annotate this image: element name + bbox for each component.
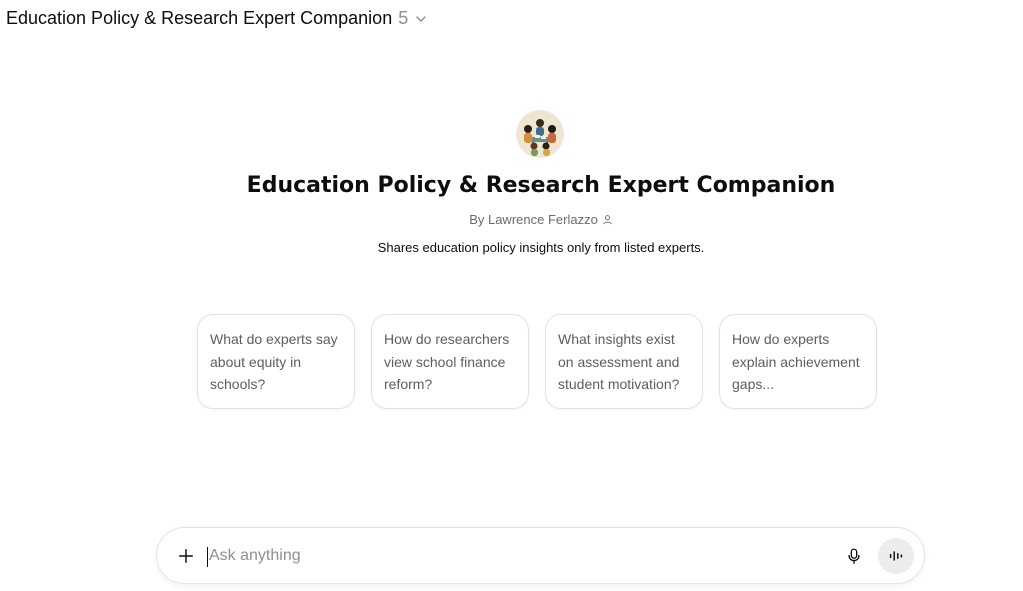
voice-mode-button[interactable] bbox=[878, 537, 914, 574]
gpt-description: Shares education policy insights only fr… bbox=[377, 240, 705, 255]
starter-card[interactable]: How do experts explain achievement gaps.… bbox=[719, 314, 877, 409]
chevron-down-icon bbox=[414, 12, 428, 26]
conversation-starters: What do experts say about equity in scho… bbox=[197, 314, 877, 409]
prompt-input-wrap bbox=[204, 528, 836, 583]
attach-button[interactable] bbox=[168, 538, 204, 574]
gpt-avatar bbox=[516, 110, 564, 158]
text-caret bbox=[207, 547, 208, 567]
starter-card[interactable]: How do researchers view school finance r… bbox=[371, 314, 529, 409]
starter-card[interactable]: What do experts say about equity in scho… bbox=[197, 314, 355, 409]
gpt-byline: By Lawrence Ferlazzo bbox=[0, 212, 1023, 227]
person-icon bbox=[602, 214, 613, 225]
model-selector-title: Education Policy & Research Expert Compa… bbox=[6, 8, 393, 28]
model-version: 5 bbox=[398, 8, 409, 28]
prompt-input[interactable] bbox=[204, 546, 836, 565]
voice-mode-icon bbox=[887, 547, 905, 565]
composer bbox=[156, 527, 925, 584]
plus-icon bbox=[177, 547, 195, 565]
starter-card[interactable]: What insights exist on assessment and st… bbox=[545, 314, 703, 409]
dictate-button[interactable] bbox=[836, 538, 872, 574]
chat-page: Education Policy & Research Expert Compa… bbox=[0, 0, 1023, 591]
gpt-title: Education Policy & Research Expert Compa… bbox=[246, 173, 836, 198]
model-selector[interactable]: Education Policy & Research Expert Compa… bbox=[6, 8, 428, 29]
author-name: By Lawrence Ferlazzo bbox=[469, 212, 598, 227]
microphone-icon bbox=[845, 547, 863, 565]
